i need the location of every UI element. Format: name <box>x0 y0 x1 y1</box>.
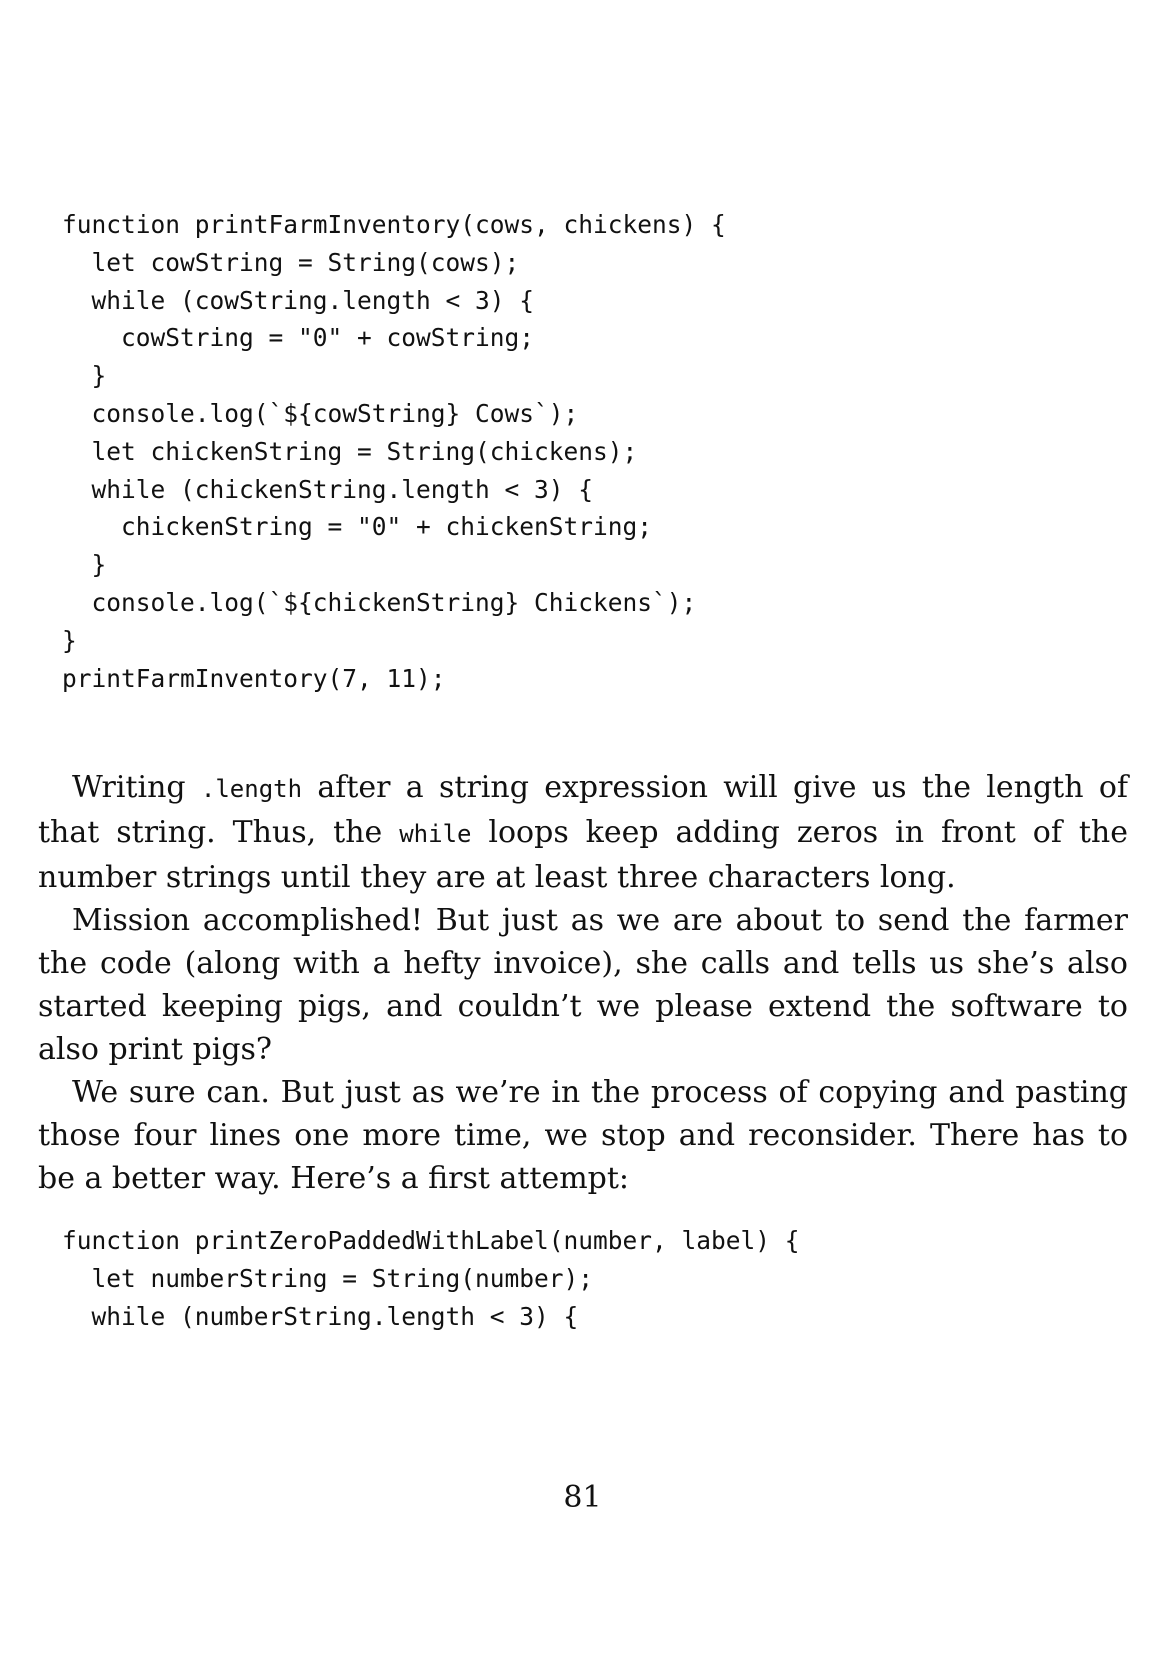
body-text: Writing .length after a string expressio… <box>38 766 1128 1200</box>
page-number: 81 <box>563 1480 602 1515</box>
code-line: printFarmInventory(7, 11); <box>62 663 446 693</box>
code-line: chickenString = "0" + chickenString; <box>62 512 653 542</box>
code-line: function printFarmInventory(cows, chicke… <box>62 210 726 239</box>
code-line: let numberString = String(number); <box>62 1263 594 1293</box>
code-line: let cowString = String(cows); <box>62 247 520 277</box>
code-block-print-farm-inventory: function printFarmInventory(cows, chicke… <box>62 206 726 697</box>
inline-code-length: .length <box>200 775 303 803</box>
code-line: console.log(`${chickenString} Chickens`)… <box>62 587 697 617</box>
code-line: while (numberString.length < 3) { <box>62 1301 579 1331</box>
code-line: while (chickenString.length < 3) { <box>62 474 594 504</box>
code-block-print-zero-padded: function printZeroPaddedWithLabel(number… <box>62 1222 800 1335</box>
inline-code-while: while <box>399 820 472 848</box>
code-line: function printZeroPaddedWithLabel(number… <box>62 1226 800 1255</box>
paragraph-text: Writing <box>72 770 201 805</box>
code-line: } <box>62 625 77 655</box>
code-line: while (cowString.length < 3) { <box>62 285 535 315</box>
code-line: cowString = "0" + cowString; <box>62 323 535 353</box>
code-line: let chickenString = String(chickens); <box>62 436 638 466</box>
paragraph-mission-accomplished: Mission accomplished! But just as we are… <box>38 903 1128 1067</box>
code-line: } <box>62 361 107 391</box>
code-line: } <box>62 550 107 580</box>
paragraph-length-explanation: Writing .length after a string expressio… <box>38 766 1128 899</box>
code-line: console.log(`${cowString} Cows`); <box>62 398 579 428</box>
paragraph-better-way: We sure can. But just as we’re in the pr… <box>38 1075 1128 1196</box>
